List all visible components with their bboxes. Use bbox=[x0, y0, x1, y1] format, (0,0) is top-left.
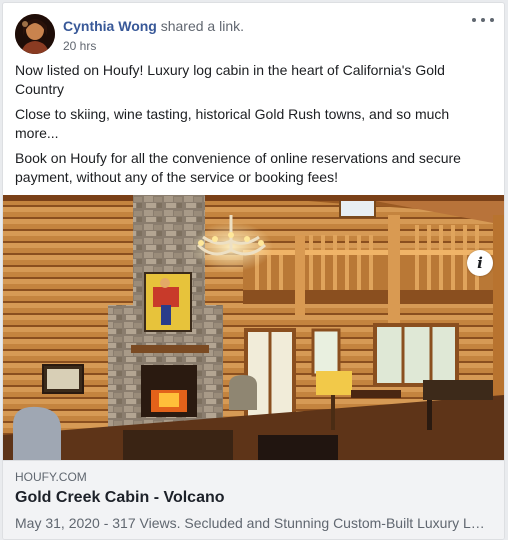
avatar[interactable] bbox=[15, 14, 55, 54]
post-timestamp[interactable]: 20 hrs bbox=[63, 38, 96, 54]
author-name-link[interactable]: Cynthia Wong bbox=[63, 18, 157, 34]
post-paragraph: Book on Houfy for all the convenience of… bbox=[15, 150, 461, 185]
link-domain: HOUFY.COM bbox=[15, 470, 87, 484]
post-paragraph: Close to skiing, wine tasting, historica… bbox=[15, 106, 450, 141]
post-text: Now listed on Houfy! Luxury log cabin in… bbox=[3, 61, 504, 187]
feed-post: Cynthia Wong shared a link. 20 hrs Now l… bbox=[2, 2, 505, 540]
more-options-icon[interactable] bbox=[472, 13, 494, 27]
link-preview-card[interactable]: HOUFY.COM Gold Creek Cabin - Volcano May… bbox=[3, 460, 504, 539]
link-title[interactable]: Gold Creek Cabin - Volcano bbox=[15, 487, 492, 509]
dot-icon bbox=[481, 18, 485, 22]
link-description: May 31, 2020 - 317 Views. Secluded and S… bbox=[15, 515, 492, 531]
author-line: Cynthia Wong shared a link. bbox=[63, 17, 244, 35]
info-icon[interactable]: i bbox=[467, 250, 493, 276]
link-preview-image[interactable] bbox=[3, 195, 504, 460]
post-action-text: shared a link. bbox=[160, 18, 245, 34]
dot-icon bbox=[472, 18, 476, 22]
post-paragraph: Now listed on Houfy! Luxury log cabin in… bbox=[15, 62, 445, 97]
dot-icon bbox=[490, 18, 494, 22]
post-header: Cynthia Wong shared a link. 20 hrs bbox=[3, 3, 504, 61]
